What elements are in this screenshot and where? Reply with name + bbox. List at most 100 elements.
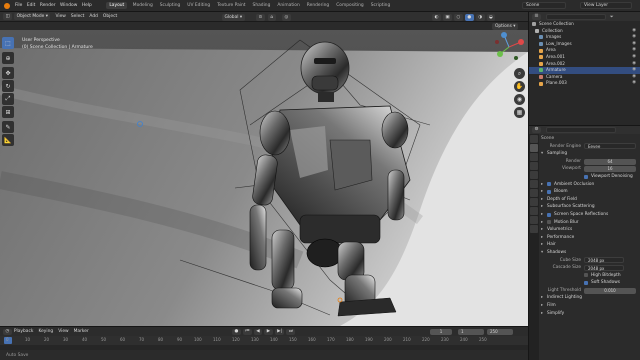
output-tab-icon[interactable]: [530, 153, 538, 161]
cursor-icon[interactable]: ⊕: [2, 52, 14, 64]
tab-layout[interactable]: Layout: [106, 2, 128, 9]
section-subsurface-scattering[interactable]: ▸ Subsurface Scattering: [541, 203, 639, 211]
perspective-toggle-icon[interactable]: ▦: [514, 107, 525, 118]
menu-add[interactable]: Add: [89, 14, 98, 19]
cube-size-dropdown[interactable]: 2048 px: [584, 257, 624, 264]
visibility-eye-icon[interactable]: ◉: [632, 41, 636, 48]
section-bloom[interactable]: ▸ Bloom: [541, 188, 639, 196]
visibility-eye-icon[interactable]: ◉: [632, 34, 636, 41]
step-forward-icon[interactable]: ▶|: [274, 328, 285, 335]
menu-playback[interactable]: Playback: [14, 329, 34, 334]
pan-hand-icon[interactable]: ✋: [514, 81, 525, 92]
outliner-editor-icon[interactable]: ☰: [532, 13, 541, 20]
menu-view[interactable]: View: [55, 14, 65, 19]
timeline-editor-icon[interactable]: ◷: [3, 328, 12, 335]
viewport-denoising-row[interactable]: Viewport Denoising: [541, 173, 639, 181]
outliner-item[interactable]: Area.002 ◉: [529, 61, 640, 68]
visibility-eye-icon[interactable]: ◉: [632, 54, 636, 61]
section-checkbox[interactable]: [547, 220, 551, 225]
outliner-item[interactable]: Images ◉: [529, 34, 640, 41]
move-icon[interactable]: ✥: [2, 67, 14, 79]
transform-orientation-dropdown[interactable]: Global ▾: [222, 13, 245, 21]
section-checkbox[interactable]: [547, 212, 551, 217]
view-layer-tab-icon[interactable]: [530, 162, 538, 170]
properties-search-input[interactable]: [545, 127, 616, 133]
outliner-root[interactable]: Scene Collection: [529, 21, 640, 28]
outliner-search-input[interactable]: [545, 13, 606, 20]
outliner-item[interactable]: Camera ◉: [529, 74, 640, 81]
outliner-item[interactable]: Area.001 ◉: [529, 54, 640, 61]
tab-uv-editing[interactable]: UV Editing: [187, 3, 210, 8]
render-samples-field[interactable]: 64: [584, 158, 636, 165]
annotate-icon[interactable]: ✎: [2, 121, 14, 133]
section-shadows[interactable]: ▾ Shadows: [541, 249, 639, 257]
section-simplify[interactable]: ▸ Simplify: [541, 310, 639, 318]
tab-sculpting[interactable]: Sculpting: [160, 3, 181, 8]
cascade-size-dropdown[interactable]: 2048 px: [584, 264, 624, 271]
render-engine-dropdown[interactable]: Eevee: [584, 143, 636, 150]
shading-solid-icon[interactable]: ●: [464, 13, 474, 21]
shading-material-icon[interactable]: ◑: [475, 13, 485, 21]
menu-keying[interactable]: Keying: [38, 329, 53, 334]
select-box-icon[interactable]: ⬚: [2, 37, 14, 49]
blender-logo-icon[interactable]: [4, 2, 10, 9]
shading-wireframe-icon[interactable]: ○: [454, 13, 463, 21]
section-indirect-lighting[interactable]: ▸ Indirect Lighting: [541, 294, 639, 302]
soft-shadows-row[interactable]: Soft Shadows: [541, 279, 639, 287]
step-back-icon[interactable]: ◀: [253, 328, 263, 335]
section-hair[interactable]: ▸ Hair: [541, 241, 639, 249]
start-frame-field[interactable]: 1: [458, 328, 484, 335]
tab-rendering[interactable]: Rendering: [307, 3, 329, 8]
current-frame-field[interactable]: 1: [430, 328, 452, 335]
timeline-ruler[interactable]: 0 10 20 30 40 50 60 70 80 90 100 110 120…: [0, 336, 528, 345]
light-threshold-field[interactable]: 0.010: [584, 287, 636, 294]
menu-select[interactable]: Select: [71, 14, 85, 19]
viewport-denoising-checkbox[interactable]: [584, 174, 588, 179]
navigation-gizmo[interactable]: [492, 30, 526, 64]
render-tab-icon[interactable]: [530, 144, 538, 152]
section-volumetrics[interactable]: ▸ Volumetrics: [541, 226, 639, 234]
visibility-eye-icon[interactable]: ◉: [632, 47, 636, 54]
high-bitdepth-checkbox[interactable]: [584, 273, 588, 278]
menu-window[interactable]: Window: [60, 3, 77, 8]
section-screen-space-reflections[interactable]: ▸ Screen Space Reflections: [541, 211, 639, 219]
scene-tab-icon[interactable]: [530, 171, 538, 179]
section-checkbox[interactable]: [547, 189, 551, 194]
measure-icon[interactable]: 📐: [2, 134, 14, 146]
section-film[interactable]: ▸ Film: [541, 302, 639, 310]
play-icon[interactable]: ▶: [264, 328, 273, 335]
scene-field[interactable]: Scene: [522, 2, 566, 9]
proportional-edit-icon[interactable]: ◎: [282, 13, 291, 21]
outliner-item[interactable]: Area ◉: [529, 47, 640, 54]
outliner-item[interactable]: Low_Images ◉: [529, 41, 640, 48]
modifier-tab-icon[interactable]: [530, 198, 538, 206]
menu-edit[interactable]: Edit: [27, 3, 36, 8]
menu-render[interactable]: Render: [40, 3, 56, 8]
outliner-item[interactable]: Plane.003 ◉: [529, 80, 640, 87]
visibility-eye-icon[interactable]: ◉: [632, 61, 636, 68]
filter-icon[interactable]: ⏷: [610, 14, 614, 20]
menu-object[interactable]: Object: [103, 14, 117, 19]
scale-icon[interactable]: ⤢: [2, 93, 14, 105]
tab-modeling[interactable]: Modeling: [133, 3, 153, 8]
end-frame-field[interactable]: 250: [487, 328, 513, 335]
section-ambient-occlusion[interactable]: ▸ Ambient Occlusion: [541, 181, 639, 189]
shading-rendered-icon[interactable]: ◒: [486, 13, 496, 21]
data-tab-icon[interactable]: [530, 225, 538, 233]
zoom-icon[interactable]: ⌕: [514, 68, 525, 79]
world-tab-icon[interactable]: [530, 180, 538, 188]
tab-texture-paint[interactable]: Texture Paint: [217, 3, 245, 8]
constraint-tab-icon[interactable]: [530, 216, 538, 224]
visibility-eye-icon[interactable]: ◉: [632, 80, 636, 87]
xray-icon[interactable]: ▣: [442, 13, 452, 21]
tab-animation[interactable]: Animation: [277, 3, 299, 8]
3d-viewport[interactable]: [0, 30, 528, 326]
properties-editor-icon[interactable]: ⚙: [532, 127, 541, 133]
menu-help[interactable]: Help: [82, 3, 92, 8]
menu-marker[interactable]: Marker: [74, 329, 89, 334]
tab-shading[interactable]: Shading: [253, 3, 271, 8]
section-performance[interactable]: ▸ Performance: [541, 234, 639, 242]
pivot-icon[interactable]: ⊙: [256, 13, 265, 21]
editor-type-button[interactable]: ◫: [3, 13, 13, 20]
visibility-eye-icon[interactable]: ◉: [632, 28, 636, 35]
